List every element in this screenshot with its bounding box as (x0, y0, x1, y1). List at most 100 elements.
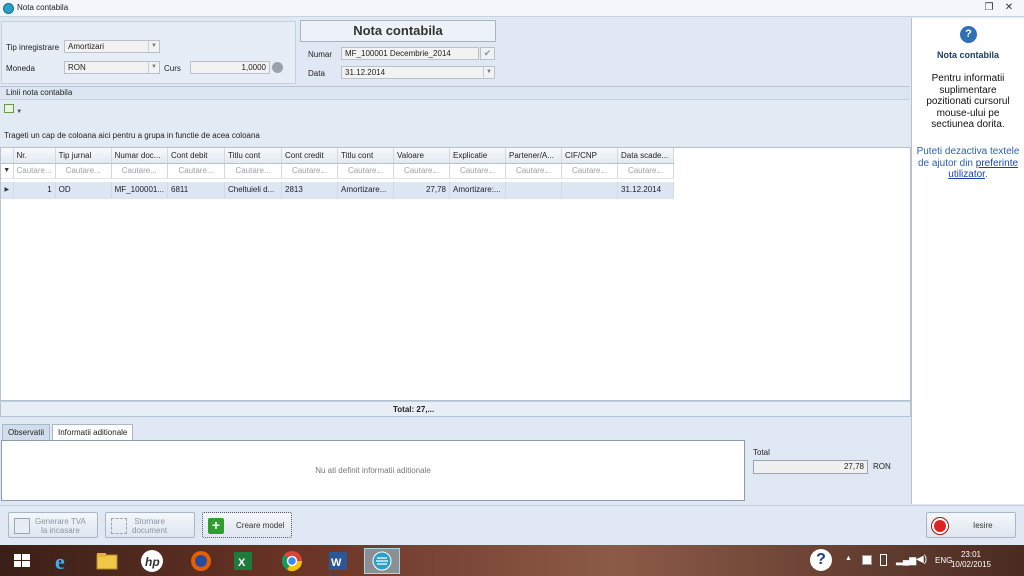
filter-cell[interactable]: Cautare... (55, 163, 112, 179)
title-bar (0, 0, 1024, 17)
add-icon: + (208, 518, 224, 534)
curs-refresh-icon[interactable] (272, 62, 283, 73)
column-header[interactable]: Nr. (13, 148, 56, 164)
filter-row: ▼ Cautare... Cautare... Cautare... Cauta… (1, 163, 675, 179)
curs-field[interactable]: 1,0000 (190, 61, 270, 74)
tab-informatii-aditionale[interactable]: Informatii aditionale (52, 424, 134, 441)
tip-inregistrare-select[interactable]: Amortizari ▼ (64, 40, 160, 53)
battery-icon[interactable] (880, 554, 887, 566)
moneda-select[interactable]: RON ▼ (64, 61, 160, 74)
table-header-row: Nr. Tip jurnal Numar doc... Cont debit T… (1, 148, 675, 164)
restore-icon[interactable]: ❐ (982, 2, 996, 14)
header-indicator-cell (1, 148, 14, 164)
tray-expand-icon[interactable]: ▲ (845, 555, 852, 562)
grid-toolbar (0, 100, 910, 122)
help-body: Pentru informatii suplimentare pozitiona… (926, 73, 1010, 130)
filter-cell[interactable]: Cautare... (561, 163, 619, 179)
column-header[interactable]: Titlu cont (224, 148, 283, 164)
filter-cell[interactable]: Cautare... (393, 163, 451, 179)
column-header[interactable]: Tip jurnal (55, 148, 112, 164)
internet-explorer-icon[interactable]: e (44, 548, 80, 574)
filter-cell[interactable]: Cautare... (224, 163, 283, 179)
filter-cell[interactable]: Cautare... (167, 163, 226, 179)
check-icon[interactable]: ✔ (480, 47, 495, 60)
grid-layout-button[interactable]: ▼ (4, 104, 28, 118)
help-icon: ? (960, 26, 977, 43)
grid-section-header (0, 86, 910, 100)
firefox-icon[interactable] (183, 548, 219, 574)
tab-observatii[interactable]: Observatii (2, 424, 51, 440)
entries-table: Nr. Tip jurnal Numar doc... Cont debit T… (1, 148, 675, 199)
filter-cell[interactable]: Cautare... (13, 163, 56, 179)
column-header[interactable]: Cont credit (281, 148, 339, 164)
column-header[interactable]: Partener/A... (505, 148, 563, 164)
stornare-document-button[interactable]: Stornare document (105, 512, 195, 538)
close-icon[interactable]: ✕ (1002, 2, 1016, 14)
table-cell[interactable]: 27,78 (393, 182, 451, 199)
table-cell[interactable]: Amortizare... (337, 182, 395, 199)
hp-icon[interactable]: hp (134, 548, 170, 574)
curs-label: Curs (164, 64, 181, 73)
clock[interactable]: 23:01 10/02/2015 (950, 550, 992, 570)
generare-tva-label-line1: Generare TVA (35, 517, 86, 526)
nota-contabila-app-icon[interactable] (364, 548, 400, 574)
word-icon[interactable]: W (320, 548, 356, 574)
table-cell[interactable]: 6811 (167, 182, 226, 199)
table-cell[interactable]: OD (55, 182, 112, 199)
generare-tva-label: Generare TVA la incasare (35, 517, 86, 535)
entries-grid: Nr. Tip jurnal Numar doc... Cont debit T… (0, 147, 911, 401)
creare-model-button[interactable]: + Creare model (202, 512, 292, 538)
column-header[interactable]: Valoare (393, 148, 451, 164)
tip-inregistrare-label: Tip inregistrare (6, 43, 60, 52)
chevron-down-icon[interactable]: ▼ (483, 67, 494, 78)
table-cell[interactable]: 31.12.2014 (617, 182, 675, 199)
column-header[interactable]: CIF/CNP (561, 148, 619, 164)
numar-field[interactable]: MF_100001 Decembrie_2014 (341, 47, 479, 60)
table-cell[interactable] (561, 182, 619, 199)
filter-cell[interactable]: Cautare... (281, 163, 339, 179)
volume-icon[interactable]: ◀) (916, 554, 927, 565)
generare-tva-button[interactable]: Generare TVA la incasare (8, 512, 98, 538)
filter-cell[interactable]: Cautare... (505, 163, 563, 179)
table-cell[interactable]: Amortizare:... (449, 182, 507, 199)
table-cell[interactable]: 2813 (281, 182, 339, 199)
column-header[interactable]: Cont debit (167, 148, 226, 164)
help-tray-icon[interactable]: ? (810, 549, 832, 571)
excel-icon[interactable]: X (225, 548, 261, 574)
column-header[interactable]: Data scade... (617, 148, 675, 164)
column-header[interactable]: Titlu cont (337, 148, 395, 164)
file-explorer-icon[interactable] (89, 548, 125, 574)
windows-start-icon[interactable] (4, 548, 40, 574)
column-header[interactable]: Numar doc... (111, 148, 169, 164)
data-label: Data (308, 69, 325, 78)
total-value: 27,78 (753, 460, 868, 474)
table-cell[interactable]: 1 (13, 182, 56, 199)
tab-strip: Observatii Informatii aditionale (0, 424, 910, 441)
table-row[interactable]: ▶ 1 OD MF_100001... 6811 Cheltuieli d...… (1, 182, 675, 199)
stornare-label: Stornare document (132, 517, 167, 535)
chevron-down-icon[interactable]: ▼ (148, 62, 159, 73)
filter-cell[interactable]: Cautare... (617, 163, 675, 179)
column-header[interactable]: Explicatie (449, 148, 507, 164)
data-field[interactable]: 31.12.2014 ▼ (341, 66, 495, 79)
action-center-icon[interactable] (862, 555, 872, 565)
iesire-label: Iesire (973, 521, 993, 530)
table-cell[interactable]: MF_100001... (111, 182, 169, 199)
grid-section-title: Linii nota contabila (6, 88, 73, 97)
filter-cell[interactable]: Cautare... (111, 163, 169, 179)
table-cell[interactable]: Cheltuieli d... (224, 182, 283, 199)
chevron-down-icon[interactable]: ▼ (148, 41, 159, 52)
grid-footer (0, 401, 911, 417)
filter-icon[interactable]: ▼ (1, 163, 14, 179)
iesire-button[interactable]: Iesire (926, 512, 1016, 538)
help-note: Puteti dezactiva textele de ajutor din p… (916, 146, 1020, 181)
table-cell[interactable] (505, 182, 563, 199)
row-indicator-icon: ▶ (1, 182, 14, 199)
invoice-icon (14, 518, 30, 534)
doc-title: Nota contabila (300, 20, 496, 42)
filter-cell[interactable]: Cautare... (449, 163, 507, 179)
signal-icon[interactable]: ▂▄▆ (896, 555, 916, 566)
chrome-icon[interactable] (274, 548, 310, 574)
svg-text:hp: hp (145, 555, 160, 569)
filter-cell[interactable]: Cautare... (337, 163, 395, 179)
